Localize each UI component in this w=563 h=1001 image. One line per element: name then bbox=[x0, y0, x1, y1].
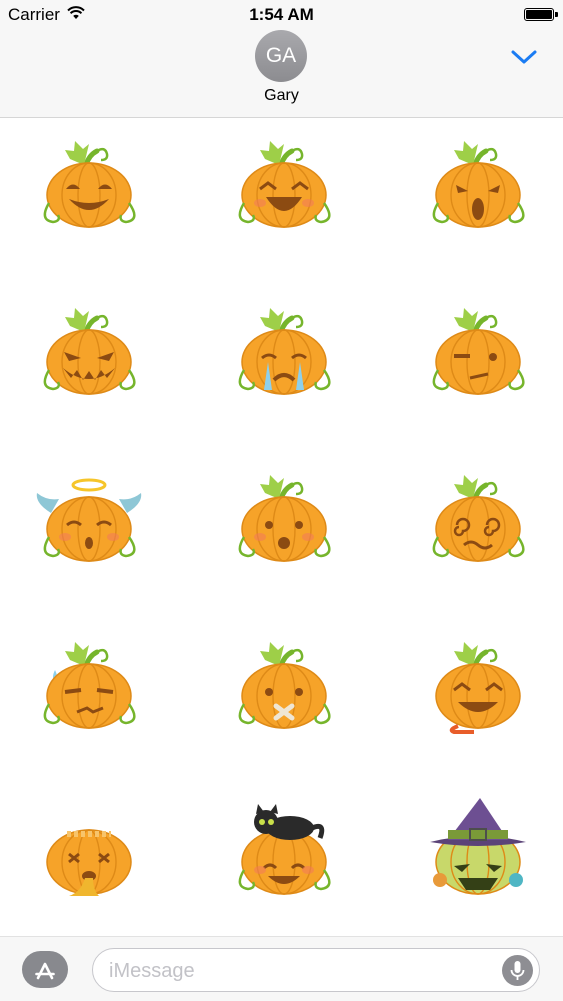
sticker-shocked[interactable] bbox=[418, 125, 538, 245]
pumpkin-icon bbox=[435, 642, 521, 734]
pumpkin-icon bbox=[238, 308, 331, 395]
sticker-surprised[interactable] bbox=[224, 459, 344, 579]
pumpkin-icon bbox=[432, 475, 525, 562]
pumpkin-icon bbox=[238, 804, 331, 895]
conversation-header: GA Gary bbox=[0, 30, 563, 118]
pumpkin-icon bbox=[43, 308, 136, 395]
microphone-icon bbox=[510, 961, 525, 980]
contact-name[interactable]: Gary bbox=[0, 87, 563, 105]
pumpkin-icon bbox=[43, 141, 136, 228]
sticker-dizzy[interactable] bbox=[418, 459, 538, 579]
sticker-annoyed[interactable] bbox=[29, 626, 149, 746]
microphone-button[interactable] bbox=[502, 955, 533, 986]
sticker-laugh[interactable] bbox=[224, 125, 344, 245]
pumpkin-icon bbox=[430, 798, 526, 895]
pumpkin-icon bbox=[36, 478, 142, 562]
sticker-sick[interactable] bbox=[29, 792, 149, 912]
sticker-mouth-taped[interactable] bbox=[224, 626, 344, 746]
sticker-crying[interactable] bbox=[224, 292, 344, 412]
sticker-angel[interactable] bbox=[29, 459, 149, 579]
message-input[interactable] bbox=[107, 956, 491, 986]
battery-icon bbox=[524, 8, 558, 21]
compose-bar bbox=[0, 936, 563, 1001]
contact-avatar[interactable]: GA bbox=[255, 30, 307, 82]
pumpkin-icon bbox=[238, 475, 331, 562]
message-field[interactable] bbox=[92, 948, 540, 992]
pumpkin-icon bbox=[432, 141, 525, 228]
status-bar: Carrier 1:54 AM bbox=[0, 0, 563, 30]
pumpkin-icon bbox=[432, 308, 525, 395]
sticker-drooling[interactable] bbox=[418, 626, 538, 746]
pumpkin-icon bbox=[43, 642, 136, 729]
pumpkin-icon bbox=[238, 141, 331, 228]
sticker-evil-grin[interactable] bbox=[29, 292, 149, 412]
pumpkin-icon bbox=[46, 829, 132, 896]
app-store-button[interactable] bbox=[22, 951, 68, 988]
status-time: 1:54 AM bbox=[249, 5, 314, 24]
avatar-initials: GA bbox=[265, 44, 297, 67]
sticker-witch-hat[interactable] bbox=[418, 792, 538, 912]
pumpkin-icon bbox=[238, 642, 331, 729]
sticker-black-cat[interactable] bbox=[224, 792, 344, 912]
chevron-down-icon[interactable] bbox=[510, 48, 538, 66]
sticker-grin[interactable] bbox=[29, 125, 149, 245]
sticker-grid bbox=[0, 118, 563, 936]
app-store-icon bbox=[35, 962, 55, 980]
sticker-suspicious[interactable] bbox=[418, 292, 538, 412]
